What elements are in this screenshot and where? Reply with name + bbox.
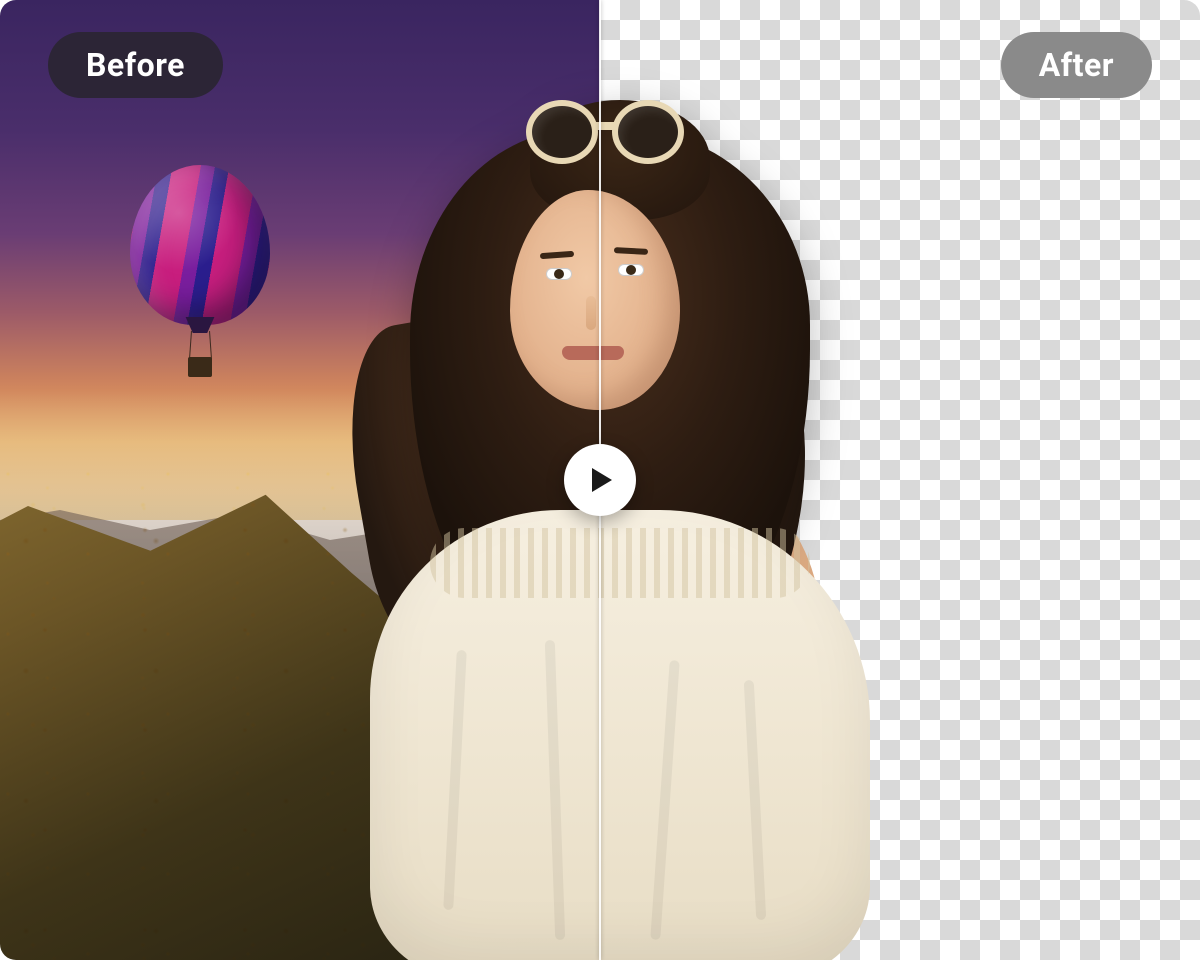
balloon-rope [189,331,192,359]
eye [546,268,572,280]
before-after-comparison: Before After [0,0,1200,960]
eye [618,264,644,276]
balloon-skirt [182,317,218,333]
sunglass-bridge [592,122,618,130]
hot-air-balloon [130,165,270,385]
before-label: Before [86,46,185,84]
play-icon [590,466,614,494]
balloon-envelope [130,165,270,325]
after-badge: After [1001,32,1152,98]
balloon-rope [209,331,212,359]
before-badge: Before [48,32,223,98]
sunglass-frame [612,100,684,164]
sunglass-frame [526,100,598,164]
play-button[interactable] [564,444,636,516]
balloon-basket [188,357,212,377]
sunglasses-icon [530,98,680,168]
mouth [562,346,624,360]
nose [586,296,596,330]
after-label: After [1039,46,1114,84]
